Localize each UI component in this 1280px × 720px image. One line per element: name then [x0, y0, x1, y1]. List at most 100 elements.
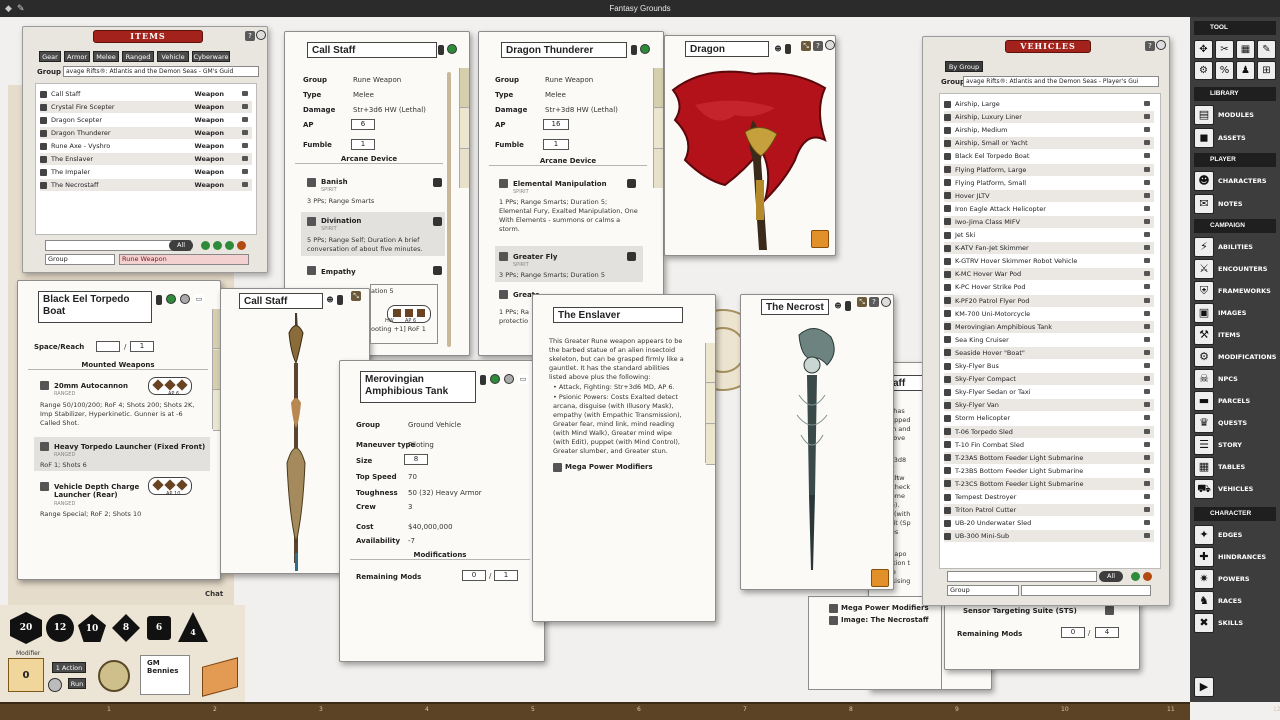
tab-main[interactable] — [654, 68, 663, 108]
link-icon[interactable] — [627, 179, 636, 188]
chat-icon[interactable]: ▭ — [518, 374, 528, 384]
crosshair-icon[interactable]: ✥ — [1194, 40, 1213, 59]
add-icon[interactable] — [1131, 572, 1140, 581]
filter-value-field[interactable]: Rune Weapon — [119, 254, 249, 265]
list-item[interactable]: Airship, Small or Yacht — [944, 137, 1154, 150]
token-icon[interactable] — [504, 374, 514, 384]
list-item[interactable]: Sky-Flyer Compact — [944, 373, 1154, 386]
link-icon[interactable] — [1144, 258, 1150, 264]
share-icon[interactable]: ☻ — [325, 295, 335, 305]
close-icon[interactable] — [825, 40, 835, 50]
link-icon[interactable] — [1144, 480, 1150, 486]
list-item[interactable]: Hover JLTV — [944, 189, 1154, 202]
filter-icon[interactable] — [201, 241, 210, 250]
image-link[interactable]: Image: The Necrostaff — [841, 616, 928, 624]
share-icon[interactable]: ☻ — [833, 301, 843, 311]
list-item[interactable]: Tempest Destroyer — [944, 491, 1154, 503]
lock-icon[interactable] — [438, 45, 444, 55]
share-icon[interactable] — [490, 374, 500, 384]
field-value[interactable]: 3 — [408, 503, 412, 511]
sidebar-item-story[interactable]: ☰ STORY — [1194, 435, 1276, 457]
link-icon[interactable] — [1144, 232, 1150, 237]
image-name[interactable]: The Necrost — [761, 299, 829, 315]
action-button[interactable]: 1 Action — [52, 662, 86, 673]
sidebar-section-player[interactable]: PLAYER — [1194, 153, 1276, 167]
sidebar-item-items[interactable]: ⚒ ITEMS — [1194, 325, 1276, 347]
link-icon[interactable] — [1144, 114, 1150, 120]
list-item[interactable]: T-23AS Bottom Feeder Light Submarine — [944, 451, 1154, 464]
sidebar-item-parcels[interactable]: ▬ PARCELS — [1194, 391, 1276, 413]
link-icon[interactable] — [1144, 218, 1150, 224]
gm-bennies-box[interactable]: GM Bennies — [140, 655, 190, 695]
group-select[interactable]: avage Rifts®: Atlantis and the Demon Sea… — [963, 76, 1159, 87]
share-icon[interactable]: ☻ — [773, 44, 783, 54]
mega-power-link[interactable]: Mega Power Modifiers — [565, 463, 653, 471]
weapon-name[interactable]: 20mm Autocannon — [54, 382, 128, 390]
field-value[interactable]: Melee — [353, 91, 374, 99]
sidebar-item-tables[interactable]: ▦ TABLES — [1194, 457, 1276, 479]
lock-icon[interactable] — [480, 375, 486, 385]
list-item[interactable]: Sky-Flyer Van — [944, 399, 1154, 412]
ap-field[interactable]: 6 — [351, 119, 375, 130]
tab-melee[interactable]: Melee — [93, 51, 119, 62]
list-item[interactable]: K-ATV Fan-Jet Skimmer — [944, 242, 1154, 255]
vehicle-name[interactable]: Black Eel Torpedo Boat — [38, 291, 152, 323]
list-item[interactable]: T-06 Torpedo Sled — [944, 425, 1154, 438]
tab-notes[interactable] — [654, 109, 663, 149]
field-value[interactable]: Rune Weapon — [545, 76, 593, 84]
sidebar-section-library[interactable]: LIBRARY — [1194, 87, 1276, 101]
link-icon[interactable] — [242, 91, 248, 96]
link-icon[interactable] — [1144, 336, 1150, 342]
tab-combat[interactable] — [706, 384, 715, 424]
list-item[interactable]: K-GTRV Hover Skimmer Robot Vehicle — [944, 255, 1154, 267]
ap-field[interactable]: 16 — [543, 119, 569, 130]
link-icon[interactable] — [1144, 101, 1150, 106]
sidebar-item-frameworks[interactable]: ⛨ FRAMEWORKS — [1194, 281, 1276, 303]
sidebar-item-hindrances[interactable]: ✚ HINDRANCES — [1194, 547, 1276, 569]
list-item[interactable]: Storm Helicopter — [944, 412, 1154, 424]
field-value[interactable]: Str+3d8 HW (Lethal) — [545, 106, 618, 114]
sidebar-item-vehicles[interactable]: ⛟ VEHICLES — [1194, 479, 1276, 501]
sidebar-item-npcs[interactable]: ☠ NPCS — [1194, 369, 1276, 391]
tab-gear[interactable]: Gear — [39, 51, 61, 62]
item-name[interactable]: Dragon Thunderer — [501, 42, 627, 58]
run-button[interactable]: Run — [68, 678, 86, 689]
link-icon[interactable] — [1144, 494, 1150, 499]
dragon-axe-image[interactable] — [665, 60, 836, 255]
list-item[interactable]: The Necrostaff Weapon — [40, 179, 252, 191]
group-select[interactable]: avage Rifts®: Atlantis and the Demon Sea… — [63, 66, 259, 77]
link-icon[interactable] — [242, 169, 248, 174]
field-value[interactable]: Melee — [545, 91, 566, 99]
list-item[interactable]: KM-700 Uni-Motorcycle — [944, 308, 1154, 320]
link-icon[interactable] — [433, 217, 442, 226]
lock-icon[interactable] — [337, 295, 343, 305]
by-group-tab[interactable]: By Group — [945, 61, 983, 72]
link-icon[interactable] — [1144, 179, 1150, 185]
link-icon[interactable] — [242, 156, 248, 161]
list-item[interactable]: Iron Eagle Attack Helicopter — [944, 203, 1154, 215]
tab-notes[interactable] — [460, 109, 469, 149]
search-input[interactable] — [947, 571, 1097, 582]
token-icon[interactable] — [811, 230, 829, 248]
sidebar-item-characters[interactable]: ☻ CHARACTERS — [1194, 171, 1276, 193]
list-item[interactable]: T-23BS Bottom Feeder Light Submarine — [944, 465, 1154, 477]
link-icon[interactable] — [433, 266, 442, 275]
list-item[interactable]: Black Eel Torpedo Boat — [944, 150, 1154, 162]
filter-group-field[interactable]: Group — [947, 585, 1019, 596]
bennies-token-icon[interactable] — [98, 660, 130, 692]
field-value[interactable]: Str+3d6 HW (Lethal) — [353, 106, 426, 114]
weapon-name[interactable]: Vehicle Depth Charge Launcher (Rear) — [54, 483, 144, 499]
ability-name[interactable]: Empathy — [321, 268, 356, 276]
list-item[interactable]: K-MC Hover War Pod — [944, 268, 1154, 281]
scrollbar[interactable] — [447, 72, 451, 347]
all-button[interactable]: All — [169, 240, 193, 251]
chat-icon[interactable]: ▭ — [194, 294, 204, 304]
image-name[interactable]: Dragon Thunder — [685, 41, 769, 57]
vehicle-name[interactable]: Merovingian Amphibious Tank — [360, 371, 476, 403]
gear-icon[interactable]: ⚙ — [1194, 61, 1213, 80]
list-item[interactable]: Dragon Thunderer Weapon — [40, 127, 252, 139]
list-item[interactable]: T-10 Fin Combat Sled — [944, 439, 1154, 451]
close-icon[interactable] — [1156, 40, 1166, 50]
close-icon[interactable] — [256, 30, 266, 40]
list-item[interactable]: UB-20 Underwater Sled — [944, 517, 1154, 529]
